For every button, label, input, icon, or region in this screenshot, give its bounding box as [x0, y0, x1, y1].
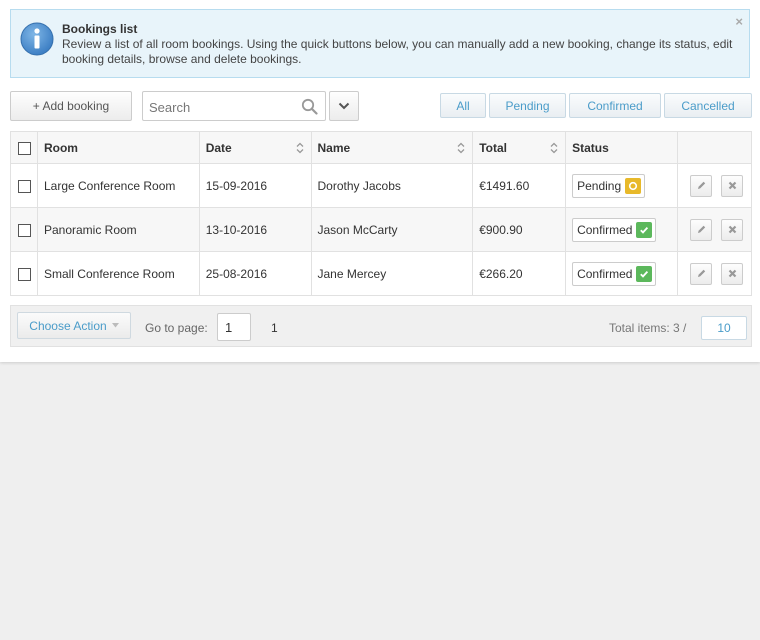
caret-down-icon [111, 323, 119, 328]
check-icon [636, 265, 653, 282]
delete-button[interactable] [721, 174, 744, 197]
cell-date: 25-08-2016 [198, 251, 312, 296]
delete-button[interactable] [721, 262, 744, 285]
select-all-cell [10, 131, 38, 164]
column-label-name: Name [317, 140, 351, 155]
status-label: Confirmed [577, 266, 633, 281]
page-number-link[interactable]: 1 [271, 321, 278, 335]
column-header-status[interactable]: Status [565, 131, 679, 164]
table-row: Panoramic Room 13-10-2016 Jason McCarty … [10, 207, 752, 252]
pencil-icon [697, 269, 705, 277]
column-header-actions [677, 131, 752, 164]
edit-button[interactable] [690, 218, 713, 241]
search-options-button[interactable] [329, 91, 359, 121]
table-row: Small Conference Room 25-08-2016 Jane Me… [10, 251, 752, 296]
pencil-icon [697, 225, 705, 233]
choose-action-label: Choose Action [29, 318, 107, 333]
add-booking-button[interactable]: + Add booking [10, 91, 132, 121]
column-header-room: Room [36, 131, 200, 164]
cell-name: Dorothy Jacobs [310, 163, 474, 208]
table-footer: Choose Action Go to page: 1 Total items:… [10, 305, 752, 347]
row-checkbox[interactable] [18, 179, 31, 193]
filter-pending-button[interactable]: Pending [489, 93, 566, 118]
filter-cancelled-button[interactable]: Cancelled [664, 93, 752, 118]
cell-date: 13-10-2016 [198, 207, 312, 252]
delete-button[interactable] [721, 218, 744, 241]
select-all-checkbox[interactable] [18, 141, 31, 155]
sort-icon [457, 142, 465, 154]
chevron-down-icon [338, 102, 350, 110]
pending-icon [625, 177, 642, 194]
column-label-total: Total [479, 140, 507, 155]
check-icon [636, 221, 653, 238]
close-icon [728, 269, 737, 278]
close-icon [728, 181, 737, 190]
status-label: Pending [577, 178, 622, 193]
column-label-date: Date [205, 140, 232, 155]
info-icon [20, 22, 54, 56]
edit-button[interactable] [690, 174, 713, 197]
status-dropdown[interactable]: Pending [572, 173, 646, 198]
bookings-panel: Bookings list Review a list of all room … [0, 0, 760, 362]
info-text: Review a list of all room bookings. Usin… [62, 37, 733, 66]
status-dropdown[interactable]: Confirmed [572, 217, 657, 242]
row-checkbox[interactable] [18, 267, 31, 281]
cell-room: Large Conference Room [36, 163, 200, 208]
goto-page-input[interactable] [217, 313, 251, 341]
total-items-label: Total items: 3 / [609, 321, 687, 335]
cell-date: 15-09-2016 [198, 163, 312, 208]
info-box: Bookings list Review a list of all room … [10, 9, 750, 78]
cell-name: Jason McCarty [310, 207, 474, 252]
search-box [142, 91, 326, 121]
column-header-date[interactable]: Date [198, 131, 312, 164]
cell-total: €1491.60 [472, 163, 567, 208]
cell-total: €900.90 [472, 207, 567, 252]
column-header-total[interactable]: Total [472, 131, 567, 164]
bookings-table: Room Date Name Total Status Large Confer… [10, 131, 752, 296]
close-icon [728, 225, 737, 234]
search-icon[interactable] [301, 98, 318, 115]
edit-button[interactable] [690, 262, 713, 285]
table-header-row: Room Date Name Total Status [10, 131, 752, 164]
sort-icon [550, 142, 558, 154]
pencil-icon [697, 181, 705, 189]
status-dropdown[interactable]: Confirmed [572, 261, 657, 286]
column-header-name[interactable]: Name [310, 131, 474, 164]
cell-room: Small Conference Room [36, 251, 200, 296]
column-label-status: Status [572, 140, 609, 155]
sort-icon [296, 142, 303, 154]
goto-page-label: Go to page: [145, 321, 208, 335]
choose-action-dropdown[interactable]: Choose Action [17, 312, 131, 339]
info-title: Bookings list [62, 22, 138, 36]
cell-total: €266.20 [472, 251, 567, 296]
search-input[interactable] [149, 98, 297, 116]
cell-name: Jane Mercey [310, 251, 474, 296]
table-row: Large Conference Room 15-09-2016 Dorothy… [10, 163, 752, 208]
filter-all-button[interactable]: All [440, 93, 486, 118]
close-icon[interactable]: × [735, 14, 743, 29]
row-checkbox[interactable] [18, 223, 31, 237]
status-label: Confirmed [577, 222, 633, 237]
cell-room: Panoramic Room [36, 207, 200, 252]
filter-confirmed-button[interactable]: Confirmed [569, 93, 661, 118]
items-per-page-button[interactable]: 10 [701, 316, 747, 340]
